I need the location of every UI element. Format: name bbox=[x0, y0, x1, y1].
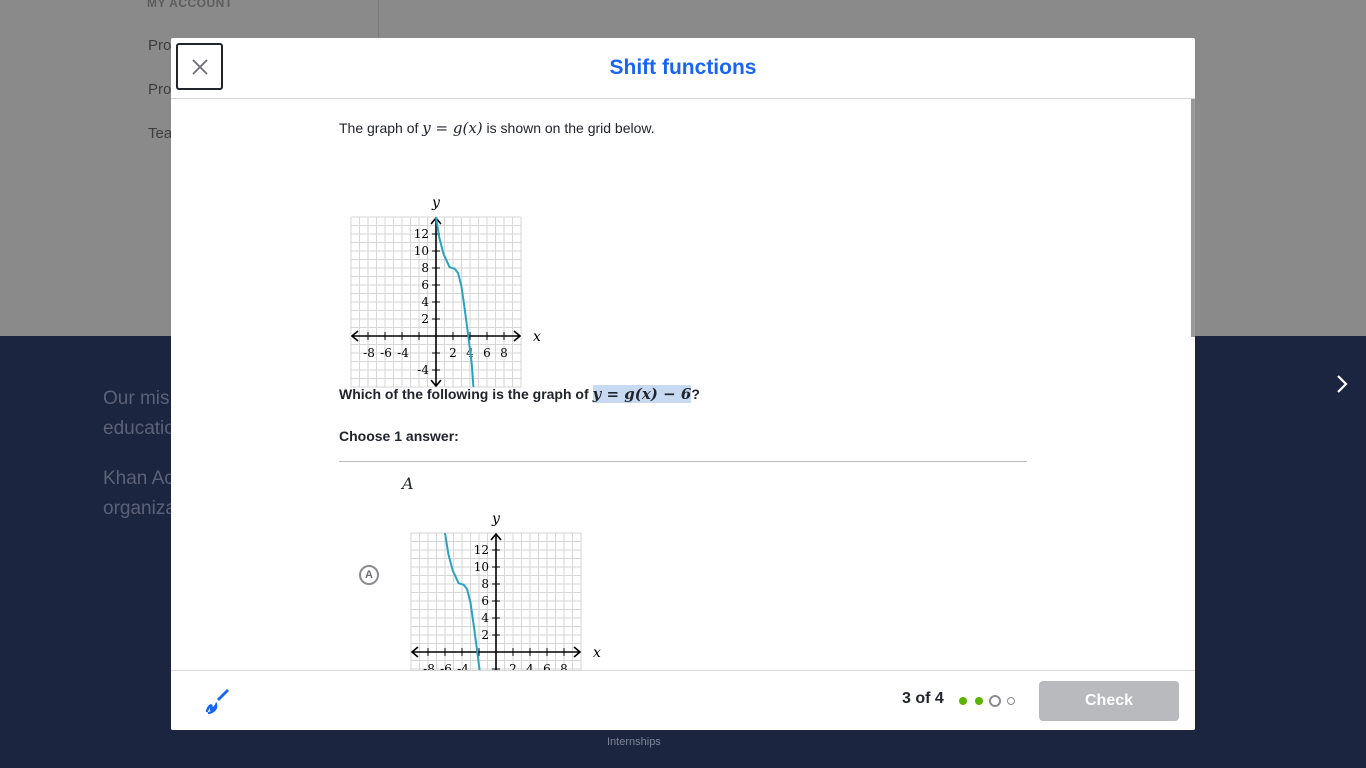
x-tick-label: 2 bbox=[509, 662, 517, 670]
choice-a-graph[interactable]: -8-6-4246812108642-4xy bbox=[391, 485, 621, 670]
sidebar-link-teachers[interactable]: Tea bbox=[148, 125, 172, 142]
x-tick-label: -8 bbox=[363, 346, 375, 360]
x-tick-label: 6 bbox=[483, 346, 491, 360]
modal-footer: 3 of 4 Check bbox=[171, 670, 1195, 730]
x-tick-label: 2 bbox=[449, 346, 457, 360]
progress-counter: 3 of 4 bbox=[902, 690, 944, 707]
scrollbar[interactable] bbox=[1191, 99, 1195, 337]
y-tick-label: 4 bbox=[421, 295, 429, 309]
y-axis-label: y bbox=[431, 195, 441, 211]
x-tick-label: -6 bbox=[440, 662, 452, 670]
prompt-text: Which of the following is the graph of bbox=[339, 386, 593, 402]
y-tick-label: 8 bbox=[481, 577, 489, 591]
prompt-text-end: ? bbox=[691, 386, 700, 402]
chevron-right-icon[interactable] bbox=[1332, 374, 1352, 394]
question-prompt: Which of the following is the graph of y… bbox=[339, 385, 700, 403]
close-button[interactable] bbox=[176, 43, 223, 90]
intro-math: y = g(x) bbox=[422, 119, 483, 137]
y-tick-label: 6 bbox=[481, 594, 489, 608]
choice-a-radio[interactable]: A bbox=[359, 565, 379, 585]
x-tick-label: -8 bbox=[423, 662, 435, 670]
pencil-scribble-icon[interactable] bbox=[201, 685, 233, 717]
y-tick-label: -4 bbox=[417, 363, 429, 377]
sidebar-section-title: MY ACCOUNT bbox=[147, 0, 233, 10]
x-tick-label: -4 bbox=[397, 346, 409, 360]
y-tick-label: 2 bbox=[481, 628, 489, 642]
x-tick-label: 8 bbox=[560, 662, 568, 670]
exercise-modal: Shift functions The graph of y = g(x) is… bbox=[171, 38, 1195, 730]
y-tick-label: 10 bbox=[474, 560, 489, 574]
y-axis-label: y bbox=[491, 511, 501, 527]
question-area: The graph of y = g(x) is shown on the gr… bbox=[171, 99, 1195, 670]
progress-dot-current bbox=[989, 695, 1001, 707]
x-tick-label: 6 bbox=[543, 662, 551, 670]
y-tick-label: 12 bbox=[414, 227, 429, 241]
x-axis-label: x bbox=[593, 645, 601, 661]
y-tick-label: 2 bbox=[421, 312, 429, 326]
x-tick-label: -6 bbox=[380, 346, 392, 360]
x-tick-label: 8 bbox=[500, 346, 508, 360]
intro-text: The graph of bbox=[339, 120, 423, 136]
choose-instruction: Choose 1 answer: bbox=[339, 428, 459, 444]
x-tick-label: 4 bbox=[526, 662, 534, 670]
close-icon bbox=[191, 58, 208, 75]
choices-divider bbox=[339, 461, 1027, 462]
progress-dot-upcoming bbox=[1007, 697, 1015, 705]
footer-link-internships[interactable]: Internships bbox=[607, 736, 661, 748]
y-tick-label: 4 bbox=[481, 611, 489, 625]
modal-title: Shift functions bbox=[609, 56, 757, 79]
x-tick-label: -4 bbox=[457, 662, 469, 670]
progress-dot-complete bbox=[975, 697, 983, 705]
question-intro: The graph of y = g(x) is shown on the gr… bbox=[339, 119, 655, 137]
y-tick-label: 8 bbox=[421, 261, 429, 275]
prompt-math: y = g(x) − 6 bbox=[592, 385, 692, 403]
y-tick-label: 10 bbox=[414, 244, 429, 258]
x-axis-label: x bbox=[533, 329, 541, 345]
y-tick-label: 12 bbox=[474, 543, 489, 557]
check-button[interactable]: Check bbox=[1039, 681, 1179, 721]
intro-text-end: is shown on the grid below. bbox=[482, 120, 655, 136]
sidebar-link-progress[interactable]: Pro bbox=[148, 81, 171, 98]
y-tick-label: 6 bbox=[421, 278, 429, 292]
modal-header: Shift functions bbox=[171, 38, 1195, 99]
sidebar-link-profile[interactable]: Pro bbox=[148, 37, 171, 54]
progress-dot-complete bbox=[959, 697, 967, 705]
question-graph: -8 -6 -4 2 4 6 812108642-4xy bbox=[350, 195, 541, 388]
